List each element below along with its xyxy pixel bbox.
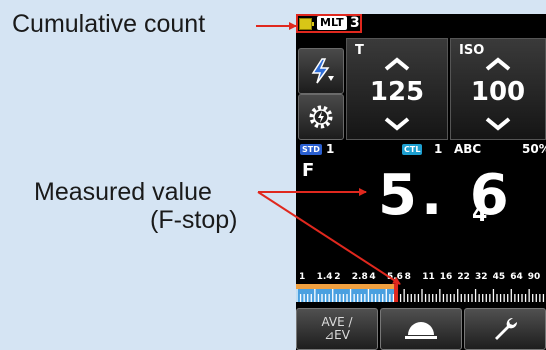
tool-button[interactable] — [464, 308, 546, 350]
callout-cumulative-count: Cumulative count — [12, 10, 206, 38]
std-tag: STD — [300, 144, 322, 155]
scale-label: 8 — [404, 272, 411, 282]
scale-label: 2.8 — [351, 272, 368, 282]
measured-indicator — [394, 284, 399, 302]
dome-icon — [405, 322, 437, 339]
measuring-mode-button[interactable] — [380, 308, 462, 350]
fstop-analog-scale — [296, 284, 545, 302]
shutter-down-arrow-icon[interactable] — [384, 117, 410, 131]
ctl-tag: CTL — [402, 144, 423, 155]
shutter-speed-panel: T 125 — [346, 38, 448, 140]
scale-label: 2 — [334, 272, 341, 282]
scale-label: 1 — [299, 272, 306, 282]
scale-label: 64 — [510, 272, 523, 282]
scale-label: 90 — [527, 272, 541, 282]
scale-label: 32 — [475, 272, 488, 282]
settings-button[interactable] — [298, 94, 344, 140]
highlight-box — [296, 14, 362, 33]
flash-mode-button[interactable] — [298, 48, 344, 94]
scale-label: 1.4 — [316, 272, 333, 282]
iso-value: 100 — [470, 77, 526, 107]
ctl-percent: 50% — [522, 142, 546, 156]
scale-label: 5.6 — [387, 272, 403, 282]
scale-label: 11 — [422, 272, 435, 282]
iso-label: ISO — [459, 43, 485, 58]
callout-measured-value: Measured value — [34, 178, 212, 206]
callout-f-stop: (F-stop) — [150, 206, 238, 234]
ev-label: ⊿EV — [324, 328, 350, 342]
scale-range-bar — [296, 284, 397, 289]
flash-icon — [311, 58, 334, 84]
shutter-label: T — [355, 43, 364, 58]
ave-ev-button[interactable]: AVE / ⊿EV — [296, 308, 378, 350]
fstop-scale-labels: 1 1.4 2 2.8 4 5.6 8 11 16 22 32 45 64 90 — [296, 272, 546, 284]
scale-label: 22 — [457, 272, 470, 282]
iso-up-arrow-icon[interactable] — [485, 57, 511, 71]
wrench-icon — [495, 317, 518, 340]
ctl-group: ABC — [454, 142, 482, 156]
f-label: F — [302, 160, 315, 181]
info-row: STD 1 CTL 1 ABC 50% — [296, 142, 546, 158]
status-bar: MLT 3 — [296, 14, 546, 34]
flash-gear-icon — [309, 105, 333, 129]
ctl-value: 1 — [434, 142, 443, 156]
measured-fstop-value: 5. 6 — [378, 163, 513, 228]
iso-down-arrow-icon[interactable] — [485, 117, 511, 131]
measured-fstop-tenths: 4 — [472, 202, 488, 227]
iso-panel: ISO 100 — [450, 38, 546, 140]
meter-screen: MLT 3 T 125 ISO 100 STD 1 CTL 1 ABC 50 F… — [296, 14, 546, 350]
scale-label: 16 — [439, 272, 453, 282]
shutter-value: 125 — [369, 77, 425, 107]
shutter-up-arrow-icon[interactable] — [384, 57, 410, 71]
scale-label: 4 — [369, 272, 376, 282]
scale-label: 45 — [492, 272, 506, 282]
std-value: 1 — [326, 142, 335, 156]
